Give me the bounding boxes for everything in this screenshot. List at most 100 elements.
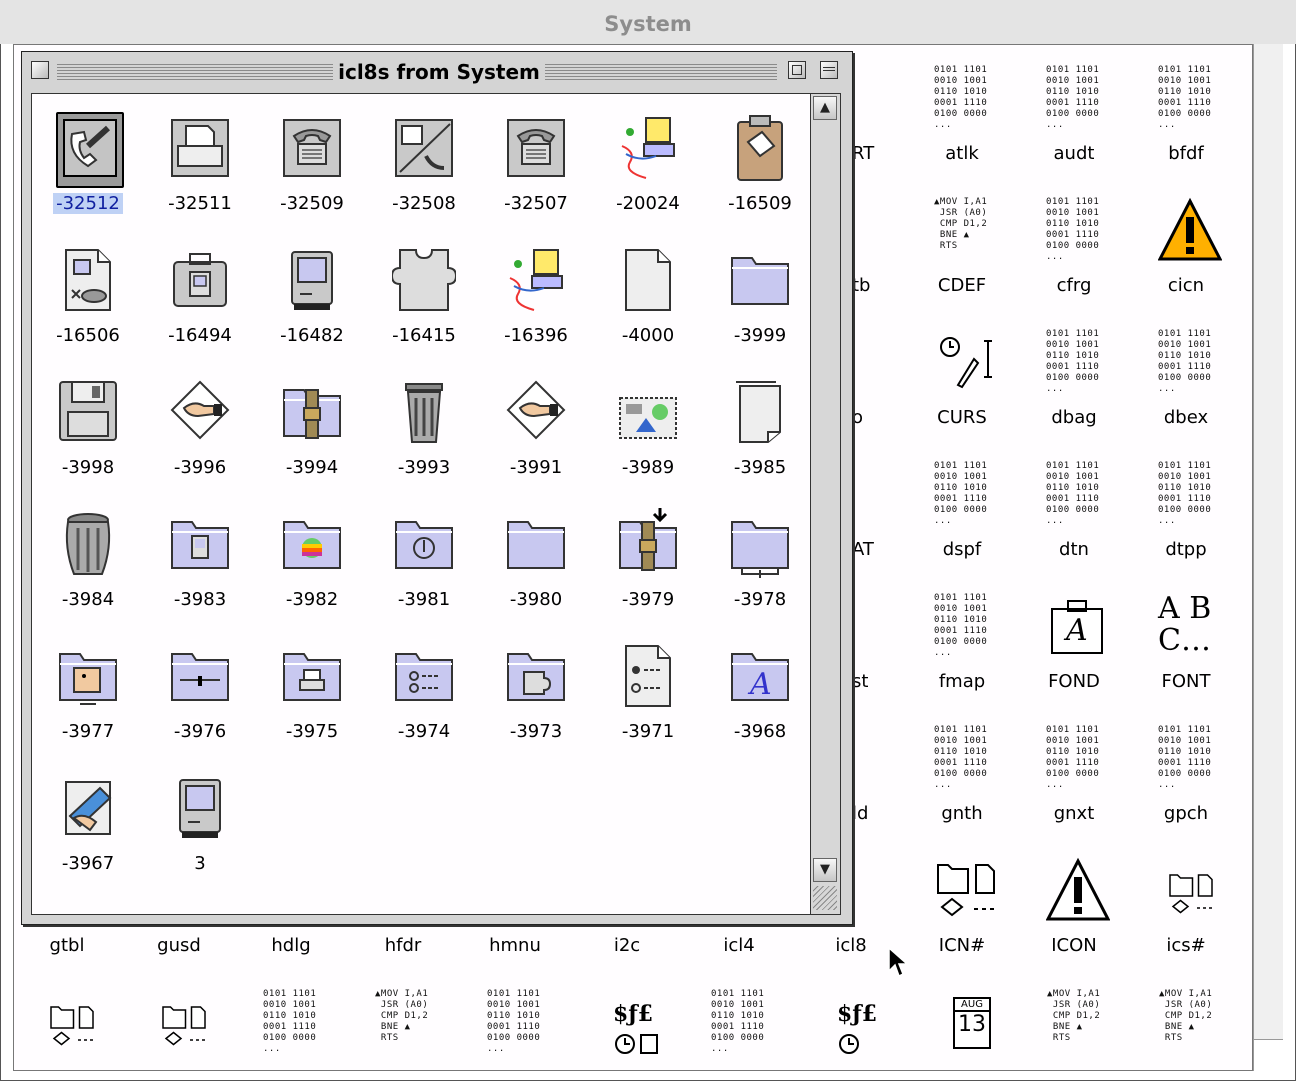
control-panel-folder-icon[interactable] xyxy=(168,640,232,712)
phone-card-icon[interactable] xyxy=(56,112,124,188)
icon-cell--16506[interactable]: -16506 xyxy=(32,236,144,368)
blank-document-icon[interactable] xyxy=(616,244,680,316)
strapped-folder-icon[interactable] xyxy=(280,376,344,448)
icon-cell--32509[interactable]: -32509 xyxy=(256,104,368,236)
apple-folder-icon[interactable] xyxy=(280,508,344,580)
icon-cell--20024[interactable]: -20024 xyxy=(592,104,704,236)
icon-cell--32511[interactable]: -32511 xyxy=(144,104,256,236)
collapse-box-icon[interactable] xyxy=(820,61,838,79)
icon-cell--3989[interactable]: -3989 xyxy=(592,368,704,500)
puzzle-folder-icon[interactable] xyxy=(504,640,568,712)
trash-can-icon[interactable] xyxy=(392,376,456,448)
icon-cell--3984[interactable]: -3984 xyxy=(32,500,144,632)
icon-cell--3976[interactable]: -3976 xyxy=(144,632,256,764)
mac-computer-icon[interactable] xyxy=(280,244,344,316)
resource-dbag[interactable]: 0101 1101 0010 1001 0110 1010 0001 1110 … xyxy=(1019,319,1129,451)
system-window-title[interactable]: System xyxy=(0,0,1296,44)
icon-cell--32507[interactable]: -32507 xyxy=(480,104,592,236)
face-folder-icon[interactable] xyxy=(56,640,120,712)
font-folder-icon[interactable]: A xyxy=(728,640,792,712)
icon-cell--3967[interactable]: -3967 xyxy=(32,764,144,896)
mac-suitcase-icon[interactable] xyxy=(168,244,232,316)
radio-document-icon[interactable] xyxy=(616,640,680,712)
icon-cell--3971[interactable]: -3971 xyxy=(592,632,704,764)
icon-cell--16396[interactable]: -16396 xyxy=(480,236,592,368)
printer-folder-icon[interactable] xyxy=(280,640,344,712)
icon-cell--3985[interactable]: -3985 xyxy=(704,368,816,500)
resource-FOND[interactable]: A FOND xyxy=(1019,583,1129,715)
icon-cell--3977[interactable]: -3977 xyxy=(32,632,144,764)
resource-gpch[interactable]: 0101 1101 0010 1001 0110 1010 0001 1110 … xyxy=(1131,715,1241,847)
scroll-up-arrow-icon[interactable]: ▲ xyxy=(813,96,837,120)
resize-grip-icon[interactable] xyxy=(813,886,837,910)
icon-cell--3981[interactable]: -3981 xyxy=(368,500,480,632)
folder-icon[interactable] xyxy=(504,508,568,580)
mac-computer-icon[interactable] xyxy=(168,772,232,844)
resource-atlk[interactable]: 0101 1101 0010 1001 0110 1010 0001 1110 … xyxy=(907,55,1017,187)
resource-ics#[interactable]: ics# xyxy=(1131,847,1241,979)
resource-dspf[interactable]: 0101 1101 0010 1001 0110 1010 0001 1110 … xyxy=(907,451,1017,583)
clipboard-icon[interactable] xyxy=(728,112,792,184)
strapped-folder-arrow-icon[interactable] xyxy=(616,508,680,580)
icon-cell--3975[interactable]: -3975 xyxy=(256,632,368,764)
resource-dbex[interactable]: 0101 1101 0010 1001 0110 1010 0001 1110 … xyxy=(1131,319,1241,451)
picture-icon[interactable] xyxy=(616,376,680,448)
icl8s-window-titlebar[interactable]: icl8s from System xyxy=(23,53,851,89)
resource-ICON[interactable]: ICON xyxy=(1019,847,1129,979)
icon-cell--3996[interactable]: -3996 xyxy=(144,368,256,500)
icon-cell--32508[interactable]: -32508 xyxy=(368,104,480,236)
icon-cell--16509[interactable]: -16509 xyxy=(704,104,816,236)
radio-list-folder-icon[interactable] xyxy=(392,640,456,712)
icon-cell--3993[interactable]: -3993 xyxy=(368,368,480,500)
resource-bfdf[interactable]: 0101 1101 0010 1001 0110 1010 0001 1110 … xyxy=(1131,55,1241,187)
telephone-icon[interactable] xyxy=(280,112,344,184)
resource-ICN#[interactable]: ICN# xyxy=(907,847,1017,979)
icon-cell--4000[interactable]: -4000 xyxy=(592,236,704,368)
icon-cell--3974[interactable]: -3974 xyxy=(368,632,480,764)
mac-network-icon[interactable] xyxy=(616,112,680,184)
icon-cell--3991[interactable]: -3991 xyxy=(480,368,592,500)
transfer-hands-icon[interactable] xyxy=(56,772,120,844)
telephone-icon[interactable] xyxy=(504,112,568,184)
close-box-icon[interactable] xyxy=(31,61,49,79)
icon-cell--3998[interactable]: -3998 xyxy=(32,368,144,500)
icl8s-window-scrollbar[interactable]: ▲ ▼ xyxy=(811,93,841,915)
icon-cell--3982[interactable]: -3982 xyxy=(256,500,368,632)
icon-cell--16494[interactable]: -16494 xyxy=(144,236,256,368)
resource-FONT[interactable]: A B C… FONT xyxy=(1131,583,1241,715)
resource-gnth[interactable]: 0101 1101 0010 1001 0110 1010 0001 1110 … xyxy=(907,715,1017,847)
resource-fmap[interactable]: 0101 1101 0010 1001 0110 1010 0001 1110 … xyxy=(907,583,1017,715)
network-folder-icon[interactable] xyxy=(728,508,792,580)
hand-diamond-icon[interactable] xyxy=(504,376,568,448)
resource-cicn[interactable]: cicn xyxy=(1131,187,1241,319)
icon-cell--16482[interactable]: -16482 xyxy=(256,236,368,368)
resource-dtpp[interactable]: 0101 1101 0010 1001 0110 1010 0001 1110 … xyxy=(1131,451,1241,583)
zoom-box-icon[interactable] xyxy=(788,61,806,79)
resource-dtn[interactable]: 0101 1101 0010 1001 0110 1010 0001 1110 … xyxy=(1019,451,1129,583)
resource-cfrg[interactable]: 0101 1101 0010 1001 0110 1010 0001 1110 … xyxy=(1019,187,1129,319)
icon-cell-3[interactable]: 3 xyxy=(144,764,256,896)
icon-cell--3980[interactable]: -3980 xyxy=(480,500,592,632)
resource-gnxt[interactable]: 0101 1101 0010 1001 0110 1010 0001 1110 … xyxy=(1019,715,1129,847)
icon-cell--3983[interactable]: -3983 xyxy=(144,500,256,632)
icon-cell--32512[interactable]: -32512 xyxy=(32,104,144,236)
icon-cell--16415[interactable]: -16415 xyxy=(368,236,480,368)
printer-icon[interactable] xyxy=(168,112,232,184)
document-disk-icon[interactable] xyxy=(56,244,120,316)
resource-CURS[interactable]: CURS xyxy=(907,319,1017,451)
icon-cell--3978[interactable]: -3978 xyxy=(704,500,816,632)
mac-network-icon[interactable] xyxy=(504,244,568,316)
icon-cell--3973[interactable]: -3973 xyxy=(480,632,592,764)
full-trash-icon[interactable] xyxy=(56,508,120,580)
icon-cell--3999[interactable]: -3999 xyxy=(704,236,816,368)
hand-diamond-icon[interactable] xyxy=(168,376,232,448)
icon-cell--3979[interactable]: -3979 xyxy=(592,500,704,632)
icon-cell--3994[interactable]: -3994 xyxy=(256,368,368,500)
puzzle-piece-icon[interactable] xyxy=(390,244,458,316)
folder-icon[interactable] xyxy=(728,244,792,316)
scroll-down-arrow-icon[interactable]: ▼ xyxy=(813,858,837,882)
icon-cell--3968[interactable]: A -3968 xyxy=(704,632,816,764)
print-fax-icon[interactable] xyxy=(392,112,456,184)
power-folder-icon[interactable] xyxy=(392,508,456,580)
resource-CDEF[interactable]: ▲MOV I,A1 JSR (A0) CMP D1,2 BNE ▲ RTS CDE… xyxy=(907,187,1017,319)
